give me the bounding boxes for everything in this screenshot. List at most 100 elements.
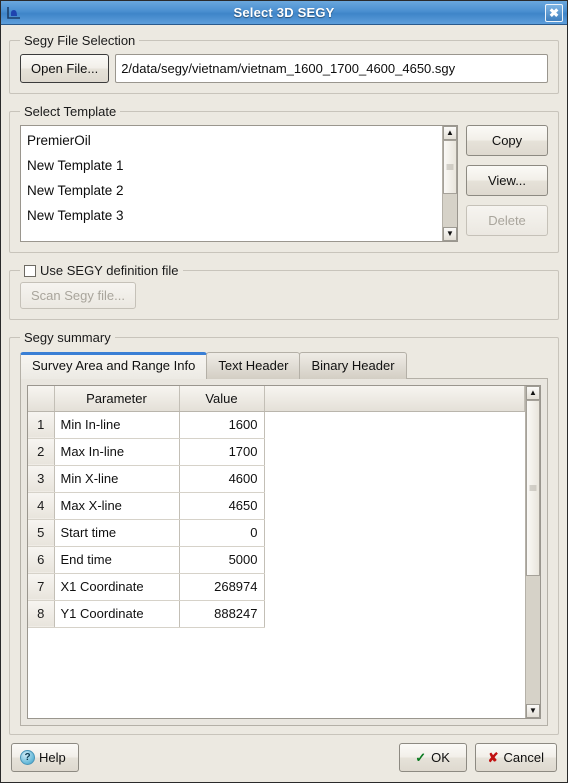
file-row: Open File... 2/data/segy/vietnam/vietnam… <box>20 54 548 83</box>
close-button[interactable]: ✖ <box>545 4 563 22</box>
tab-binary-header[interactable]: Binary Header <box>299 352 407 379</box>
cell-value[interactable]: 268974 <box>179 573 265 601</box>
table-row[interactable]: 7 X1 Coordinate 268974 <box>28 573 525 601</box>
scroll-down-icon[interactable]: ▼ <box>443 227 457 241</box>
view-button[interactable]: View... <box>466 165 548 196</box>
column-header-rownum[interactable] <box>28 386 55 412</box>
cell-parameter[interactable]: Y1 Coordinate <box>54 600 180 628</box>
scroll-down-icon[interactable]: ▼ <box>526 704 540 718</box>
table-row[interactable]: 5 Start time 0 <box>28 519 525 547</box>
template-row: PremierOil New Template 1 New Template 2… <box>20 125 548 242</box>
copy-button[interactable]: Copy <box>466 125 548 156</box>
dialog-content: Segy File Selection Open File... 2/data/… <box>1 25 567 735</box>
scroll-track[interactable] <box>526 400 540 704</box>
open-file-button[interactable]: Open File... <box>20 54 110 83</box>
cell-blank <box>264 411 525 438</box>
tab-text-header[interactable]: Text Header <box>206 352 301 379</box>
select-template-group: Select Template PremierOil New Template … <box>9 104 559 253</box>
select-template-legend: Select Template <box>24 104 117 119</box>
cell-blank <box>264 573 525 600</box>
cell-value[interactable]: 1600 <box>179 411 265 439</box>
list-item[interactable]: New Template 2 <box>25 178 442 203</box>
cell-parameter[interactable]: End time <box>54 546 180 574</box>
scroll-track[interactable] <box>443 140 457 227</box>
summary-table-scrollarea: Parameter Value 1 Min In-line 1600 2 Max… <box>28 386 525 718</box>
scroll-grip-icon <box>446 164 454 170</box>
template-list-items: PremierOil New Template 1 New Template 2… <box>21 126 442 241</box>
cancel-button[interactable]: ✘ Cancel <box>474 743 557 772</box>
template-listbox[interactable]: PremierOil New Template 1 New Template 2… <box>20 125 458 242</box>
table-row[interactable]: 6 End time 5000 <box>28 546 525 574</box>
scroll-up-icon[interactable]: ▲ <box>526 386 540 400</box>
summary-table-scrollbar[interactable]: ▲ ▼ <box>525 386 540 718</box>
cell-parameter[interactable]: Min In-line <box>54 411 180 439</box>
segy-file-selection-group: Segy File Selection Open File... 2/data/… <box>9 33 559 94</box>
segy-summary-group: Segy summary Survey Area and Range Info … <box>9 330 559 735</box>
file-path-input[interactable]: 2/data/segy/vietnam/vietnam_1600_1700_46… <box>115 54 548 83</box>
use-segy-definition-checkbox[interactable] <box>24 264 36 277</box>
row-number: 1 <box>28 411 55 439</box>
table-header-row: Parameter Value <box>28 386 525 412</box>
row-number: 4 <box>28 492 55 520</box>
tab-survey-area-and-range-info[interactable]: Survey Area and Range Info <box>20 352 208 379</box>
cell-parameter[interactable]: Max In-line <box>54 438 180 466</box>
cell-blank <box>264 600 525 627</box>
row-number: 6 <box>28 546 55 574</box>
cancel-button-label: Cancel <box>503 750 544 765</box>
table-row[interactable]: 4 Max X-line 4650 <box>28 492 525 520</box>
scan-segy-file-button: Scan Segy file... <box>20 282 136 309</box>
cross-icon: ✘ <box>487 750 499 765</box>
row-number: 3 <box>28 465 55 493</box>
cell-value[interactable]: 5000 <box>179 546 265 574</box>
column-header-parameter[interactable]: Parameter <box>54 386 180 412</box>
segy-summary-legend: Segy summary <box>24 330 111 345</box>
segy-definition-legend: Use SEGY definition file <box>20 263 183 278</box>
template-buttons: Copy View... Delete <box>466 125 548 236</box>
list-item[interactable]: PremierOil <box>25 128 442 153</box>
table-row[interactable]: 2 Max In-line 1700 <box>28 438 525 466</box>
row-number: 5 <box>28 519 55 547</box>
row-number: 7 <box>28 573 55 601</box>
table-row[interactable]: 8 Y1 Coordinate 888247 <box>28 600 525 628</box>
template-list-scrollbar[interactable]: ▲ ▼ <box>442 126 457 241</box>
summary-tabpanel: Parameter Value 1 Min In-line 1600 2 Max… <box>20 378 548 726</box>
ok-button-label: OK <box>431 750 450 765</box>
cell-blank <box>264 546 525 573</box>
dialog-footer: ? Help ✓ OK ✘ Cancel <box>1 735 567 782</box>
cell-blank <box>264 492 525 519</box>
row-number: 2 <box>28 438 55 466</box>
help-button-label: Help <box>39 750 66 765</box>
column-header-blank[interactable] <box>264 386 525 412</box>
title-bar: Select 3D SEGY ✖ <box>1 1 567 25</box>
cell-value[interactable]: 1700 <box>179 438 265 466</box>
list-item[interactable]: New Template 3 <box>25 203 442 228</box>
help-button[interactable]: ? Help <box>11 743 79 772</box>
cell-parameter[interactable]: X1 Coordinate <box>54 573 180 601</box>
scroll-thumb[interactable] <box>526 400 540 577</box>
window-title: Select 3D SEGY <box>233 5 335 20</box>
cell-value[interactable]: 4600 <box>179 465 265 493</box>
scroll-thumb[interactable] <box>443 140 457 194</box>
cell-value[interactable]: 888247 <box>179 600 265 628</box>
scroll-grip-icon <box>529 485 537 491</box>
cell-parameter[interactable]: Max X-line <box>54 492 180 520</box>
cell-parameter[interactable]: Start time <box>54 519 180 547</box>
cell-value[interactable]: 0 <box>179 519 265 547</box>
segy-definition-group: Use SEGY definition file Scan Segy file.… <box>9 263 559 320</box>
column-header-value[interactable]: Value <box>179 386 265 412</box>
check-icon: ✓ <box>415 750 427 765</box>
table-row[interactable]: 3 Min X-line 4600 <box>28 465 525 493</box>
ok-button[interactable]: ✓ OK <box>398 743 467 772</box>
scroll-up-icon[interactable]: ▲ <box>443 126 457 140</box>
table-row[interactable]: 1 Min In-line 1600 <box>28 411 525 439</box>
summary-tabs: Survey Area and Range Info Text Header B… <box>20 351 548 379</box>
summary-table-wrapper: Parameter Value 1 Min In-line 1600 2 Max… <box>27 385 541 719</box>
chart-icon <box>5 4 23 22</box>
cell-blank <box>264 438 525 465</box>
cell-value[interactable]: 4650 <box>179 492 265 520</box>
row-number: 8 <box>28 600 55 628</box>
dialog-window: Select 3D SEGY ✖ Segy File Selection Ope… <box>0 0 568 783</box>
list-item[interactable]: New Template 1 <box>25 153 442 178</box>
cell-parameter[interactable]: Min X-line <box>54 465 180 493</box>
delete-button: Delete <box>466 205 548 236</box>
